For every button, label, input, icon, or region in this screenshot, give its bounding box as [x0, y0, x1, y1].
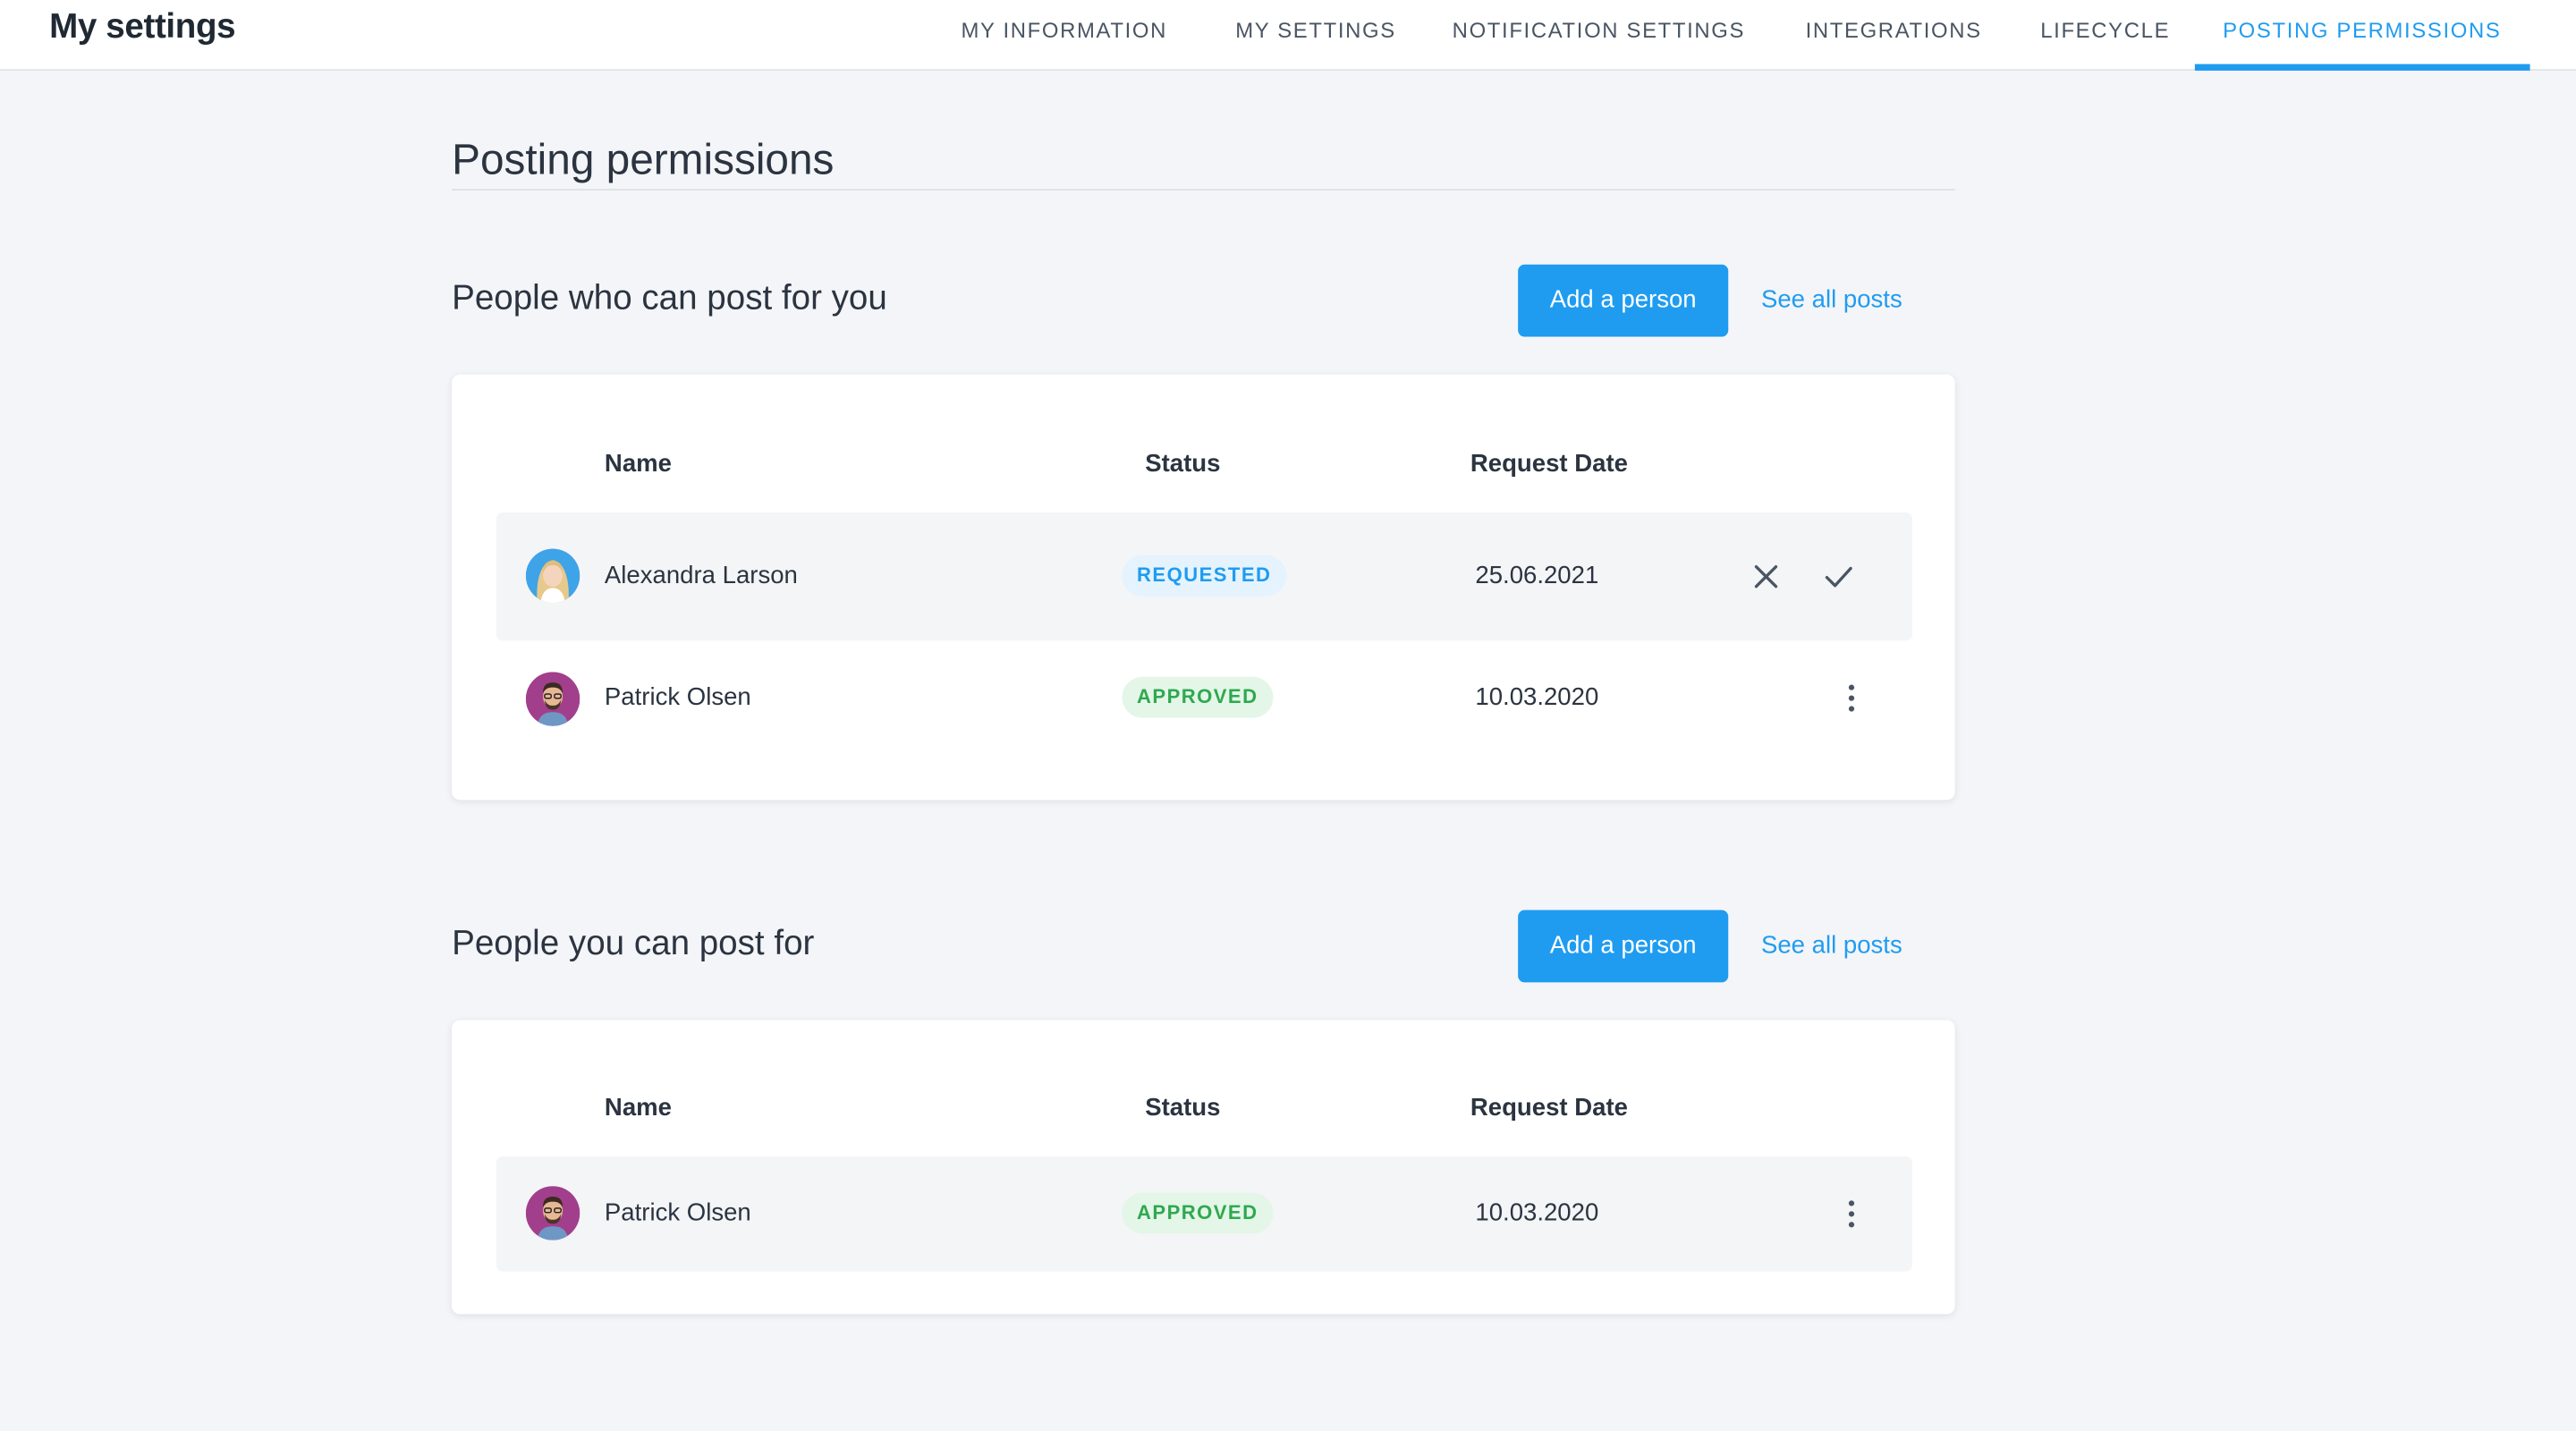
avatar: [525, 672, 580, 726]
more-vertical-icon[interactable]: [1832, 679, 1871, 718]
column-header-status: Status: [1145, 450, 1221, 478]
person-name: Patrick Olsen: [604, 683, 751, 712]
tab-my-settings[interactable]: MY SETTINGS: [1235, 0, 1396, 71]
status-badge: REQUESTED: [1122, 555, 1286, 597]
column-header-request-date: Request Date: [1470, 1094, 1628, 1122]
check-icon[interactable]: [1818, 557, 1858, 597]
column-header-status: Status: [1145, 1094, 1221, 1122]
add-person-button[interactable]: Add a person: [1518, 264, 1729, 337]
tab-posting-permissions[interactable]: POSTING PERMISSIONS: [2194, 0, 2529, 71]
column-header-name: Name: [604, 1094, 672, 1122]
table-row: Patrick Olsen APPROVED 10.03.2020: [496, 1156, 1912, 1272]
app-title: My settings: [49, 8, 236, 47]
avatar: [525, 548, 580, 604]
app-window: My settings MY INFORMATION MY SETTINGS N…: [0, 0, 2576, 1431]
title-divider: [452, 189, 1955, 191]
close-icon[interactable]: [1746, 557, 1785, 597]
permissions-table-card: Name Status Request Date Patrick Olsen A…: [452, 1020, 1955, 1315]
tab-lifecycle[interactable]: LIFECYCLE: [2040, 0, 2170, 71]
tab-my-information[interactable]: MY INFORMATION: [961, 0, 1167, 71]
status-badge: APPROVED: [1122, 676, 1274, 718]
person-name: Alexandra Larson: [604, 562, 798, 590]
table-row: Patrick Olsen APPROVED 10.03.2020: [496, 640, 1912, 758]
permissions-table-card: Name Status Request Date Alexandra Larso…: [452, 374, 1955, 800]
status-badge: APPROVED: [1122, 1192, 1274, 1234]
request-date: 10.03.2020: [1475, 683, 1599, 712]
table-row: Alexandra Larson REQUESTED 25.06.2021: [496, 512, 1912, 641]
see-all-posts-link[interactable]: See all posts: [1761, 286, 1902, 314]
request-date: 10.03.2020: [1475, 1198, 1599, 1228]
add-person-button[interactable]: Add a person: [1518, 910, 1729, 983]
section-title-who-can-post-for-you: People who can post for you: [452, 279, 887, 318]
tab-notification-settings[interactable]: NOTIFICATION SETTINGS: [1453, 0, 1745, 71]
person-name: Patrick Olsen: [604, 1198, 751, 1228]
page-title: Posting permissions: [452, 134, 835, 184]
more-vertical-icon[interactable]: [1832, 1194, 1871, 1233]
top-navigation-bar: My settings MY INFORMATION MY SETTINGS N…: [0, 0, 2576, 71]
request-date: 25.06.2021: [1475, 562, 1599, 590]
see-all-posts-link[interactable]: See all posts: [1761, 931, 1902, 959]
tab-integrations[interactable]: INTEGRATIONS: [1806, 0, 1982, 71]
section-title-you-can-post-for: People you can post for: [452, 925, 815, 963]
column-header-name: Name: [604, 450, 672, 478]
avatar: [525, 1186, 580, 1240]
column-header-request-date: Request Date: [1470, 450, 1628, 478]
